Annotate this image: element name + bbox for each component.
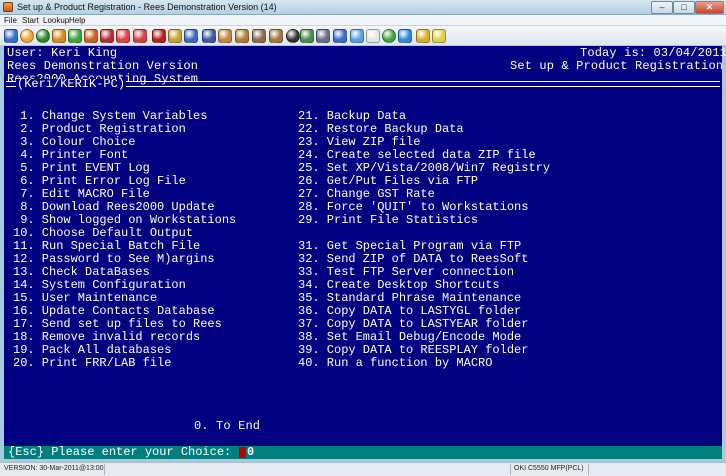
clock-icon[interactable] [133,29,147,43]
package-icon[interactable] [218,29,232,43]
back-arrow-icon[interactable] [4,29,18,43]
lock-icon[interactable] [416,29,430,43]
choice-prompt: {Esc} Please enter your Choice: [8,445,232,459]
text-cursor [239,447,246,458]
pen-icon[interactable] [300,29,314,43]
options-column-2: 21. Backup Data 22. Restore Backup Data 23… [298,110,550,370]
truck-icon[interactable] [252,29,266,43]
lasso-icon[interactable] [316,29,330,43]
workstation-label: (Keri/KERIK-PC) [16,77,127,91]
status-divider [104,464,105,475]
close-button[interactable]: ✕ [695,1,724,14]
globe-icon[interactable] [382,29,396,43]
minimize-button[interactable]: – [651,1,673,14]
title-bar: Set up & Product Registration - Rees Dem… [0,0,726,15]
menu-bar: File Start Lookup Help [0,15,726,26]
status-divider [588,464,589,475]
menu-option[interactable]: 40. Run a function by MACRO [298,357,550,370]
status-printer: OKI C5550 MFP(PCL) [514,465,584,472]
toolbar [0,26,726,46]
filter-icon[interactable] [350,29,364,43]
car-icon[interactable] [432,29,446,43]
folder-icon[interactable] [168,29,182,43]
box-open-icon[interactable] [235,29,249,43]
window-title: Set up & Product Registration - Rees Dem… [17,2,277,12]
app-window: Set up & Product Registration - Rees Dem… [0,0,726,476]
options-column-1: 1. Change System Variables 2. Product Re… [13,110,236,370]
book-icon[interactable] [152,29,166,43]
user-blue-icon[interactable] [202,29,216,43]
info-circle-icon[interactable] [36,29,50,43]
menu-option[interactable]: 29. Print File Statistics [298,214,550,227]
status-version: VERSION: 30-Mar-2011@13:00 [4,465,104,472]
at-sign-icon[interactable] [398,29,412,43]
status-bar: VERSION: 30-Mar-2011@13:00 OKI C5550 MFP… [0,462,726,476]
menu-help[interactable]: Help [69,16,85,25]
crate-icon[interactable] [269,29,283,43]
app-icon [3,2,13,12]
end-option[interactable]: 0. To End [194,420,260,433]
tyre-icon[interactable] [286,29,300,43]
calendar-2-icon[interactable] [116,29,130,43]
maximize-button[interactable]: □ [673,1,695,14]
choice-input[interactable]: 0 [247,446,254,459]
user-edit-icon[interactable] [84,29,98,43]
menu-option[interactable]: 20. Print FRR/LAB file [13,357,236,370]
list-icon[interactable] [333,29,347,43]
user-badge-icon[interactable] [100,29,114,43]
people-icon[interactable] [184,29,198,43]
menu-file[interactable]: File [4,16,17,25]
terminal-screen: User: Keri King Today is: 03/04/2011 Ree… [4,46,726,459]
help-circle-icon[interactable] [20,29,34,43]
menu-lookup[interactable]: Lookup [43,16,69,25]
screen-title: Set up & Product Registration [510,59,724,73]
leaf-icon[interactable] [68,29,82,43]
status-divider [510,464,511,475]
menu-start[interactable]: Start [22,16,39,25]
person-group-icon[interactable] [52,29,66,43]
prompt-bar: {Esc} Please enter your Choice: 0 [4,446,722,459]
document-icon[interactable] [366,29,380,43]
